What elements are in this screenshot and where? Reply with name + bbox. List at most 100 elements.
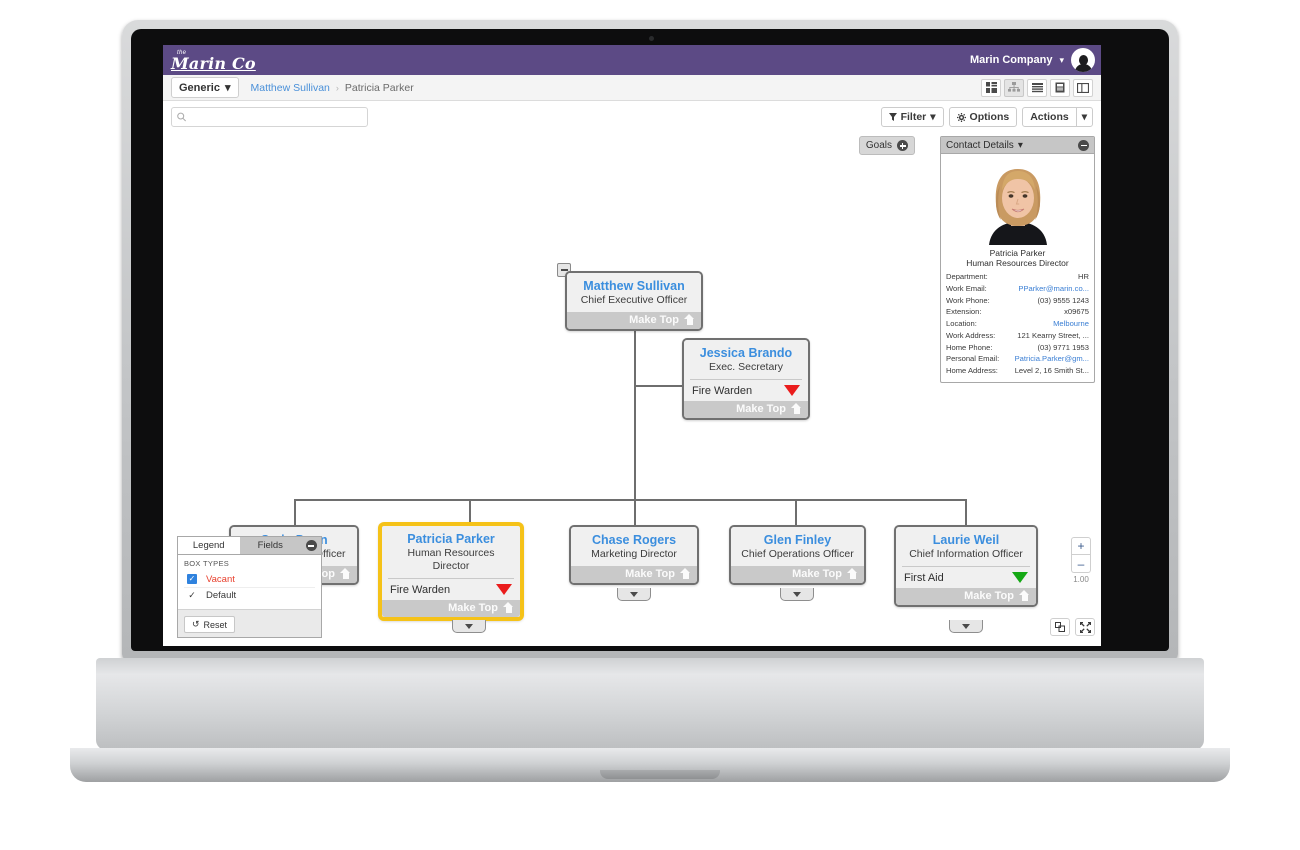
contact-photo xyxy=(980,160,1055,245)
connector-drop-chase xyxy=(634,499,636,525)
contact-field-value[interactable]: Patricia.Parker@gm... xyxy=(1015,353,1089,365)
contact-details-header: Contact Details ▾ xyxy=(941,137,1094,154)
contact-details-title-wrap[interactable]: Contact Details ▾ xyxy=(946,140,1023,151)
chevron-down-icon: ▾ xyxy=(224,82,231,94)
filter-label: Filter xyxy=(900,111,927,123)
contact-field-value: Level 2, 16 Smith St... xyxy=(1014,366,1089,376)
org-node-name: Chase Rogers xyxy=(591,533,677,547)
plus-circle-icon[interactable] xyxy=(897,140,908,151)
export-icon xyxy=(1055,622,1065,632)
arrow-up-icon xyxy=(847,568,858,580)
actions-button[interactable]: Actions xyxy=(1022,107,1077,127)
app-screen: the Marin Co Marin Company ▾ Generic ▾ M… xyxy=(163,45,1101,646)
legend-item-vacant[interactable]: ✓ Vacant xyxy=(184,571,315,587)
org-node-title: Marketing Director xyxy=(591,548,677,561)
org-chart-canvas[interactable]: Matthew Sullivan Chief Executive Officer… xyxy=(163,133,1101,646)
contact-field-value[interactable]: Melbourne xyxy=(1053,318,1089,330)
org-chart-view-icon[interactable] xyxy=(1004,78,1024,97)
connector-drop-laurie xyxy=(965,499,967,525)
org-node-name: Jessica Brando xyxy=(699,346,793,360)
org-node-patricia-parker[interactable]: Patricia Parker Human Resources Director… xyxy=(379,523,523,620)
screenshot-stage: the Marin Co Marin Company ▾ Generic ▾ M… xyxy=(0,0,1300,850)
org-node-name: Glen Finley xyxy=(763,533,832,547)
contact-field-key: Home Address: xyxy=(946,366,998,376)
contact-field-key: Work Phone: xyxy=(946,295,990,305)
org-node-body: Jessica Brando Exec. Secretary xyxy=(684,340,808,379)
checkbox-checked-icon[interactable]: ✓ xyxy=(187,574,197,584)
fullscreen-button[interactable] xyxy=(1075,618,1095,636)
arrow-up-icon xyxy=(791,403,802,415)
org-node-chase-rogers[interactable]: Chase Rogers Marketing Director Make Top xyxy=(569,525,699,585)
legend-section-header: BOX TYPES xyxy=(184,559,230,568)
expand-button-patricia-parker[interactable] xyxy=(452,620,486,633)
list-view-icon[interactable] xyxy=(1027,78,1047,97)
org-node-name: Matthew Sullivan xyxy=(583,279,685,293)
view-selector-button[interactable]: Generic ▾ xyxy=(171,77,239,98)
zoom-level-value: 1.00 xyxy=(1073,575,1089,584)
org-node-title: Chief Executive Officer xyxy=(580,294,688,307)
legend-collapse-button[interactable] xyxy=(301,537,321,554)
triangle-down-green-icon xyxy=(1012,572,1028,584)
org-node-glen-finley[interactable]: Glen Finley Chief Operations Officer Mak… xyxy=(729,525,866,585)
company-chevron-down-icon[interactable]: ▾ xyxy=(1059,55,1064,66)
make-top-button[interactable]: Make Top xyxy=(731,565,864,583)
org-node-tag-row: Fire Warden xyxy=(690,378,802,401)
check-icon[interactable]: ✓ xyxy=(187,590,197,601)
breadcrumb-item-patricia-parker[interactable]: Patricia Parker xyxy=(345,82,414,94)
make-top-button[interactable]: Make Top xyxy=(567,311,701,329)
search-input[interactable] xyxy=(190,111,362,123)
org-node-name: Patricia Parker xyxy=(407,532,495,546)
filter-button[interactable]: Filter ▾ xyxy=(880,107,944,127)
avatar[interactable] xyxy=(1071,48,1095,72)
panel-view-icon[interactable] xyxy=(1073,78,1093,97)
legend-tabs: Legend Fields xyxy=(178,537,321,555)
legend-item-default[interactable]: ✓ Default xyxy=(184,587,315,603)
contact-field-row: Home Address: Level 2, 16 Smith St... xyxy=(946,365,1089,377)
expand-button-glen-finley[interactable] xyxy=(780,588,814,601)
expand-button-laurie-weil[interactable] xyxy=(949,620,983,633)
expand-button-chase-rogers[interactable] xyxy=(617,588,651,601)
contact-field-key: Personal Email: xyxy=(946,354,1000,364)
app-toolbar: Filter ▾ Options Actions ▾ xyxy=(163,101,1101,133)
org-node-matthew-sullivan[interactable]: Matthew Sullivan Chief Executive Officer… xyxy=(565,271,703,331)
chevron-down-icon: ▾ xyxy=(1017,139,1023,151)
goals-panel-tab[interactable]: Goals xyxy=(858,136,915,155)
zoom-in-button[interactable]: + xyxy=(1071,537,1091,555)
minus-circle-icon xyxy=(305,540,317,551)
org-node-tag-label: First Aid xyxy=(904,571,944,584)
brand-logo[interactable]: the Marin Co xyxy=(171,48,256,73)
contact-field-value[interactable]: PParker@marin.co... xyxy=(1018,283,1089,295)
triangle-down-red-icon xyxy=(496,584,512,596)
options-button[interactable]: Options xyxy=(948,107,1018,127)
org-node-jessica-brando[interactable]: Jessica Brando Exec. Secretary Fire Ward… xyxy=(682,338,810,420)
org-node-title: Chief Information Officer xyxy=(909,548,1023,561)
options-label: Options xyxy=(969,111,1010,123)
laptop-base-notch xyxy=(600,770,720,779)
make-top-button[interactable]: Make Top xyxy=(571,565,697,583)
actions-dropdown-button[interactable]: ▾ xyxy=(1075,107,1093,127)
tab-fields[interactable]: Fields xyxy=(240,537,302,554)
breadcrumb-item-matthew-sullivan[interactable]: Matthew Sullivan xyxy=(251,82,330,94)
zoom-out-button[interactable]: – xyxy=(1071,555,1091,573)
tiles-view-icon[interactable] xyxy=(981,78,1001,97)
make-top-button[interactable]: Make Top xyxy=(684,400,808,418)
contact-details-title: Contact Details xyxy=(946,139,1014,151)
collapse-panel-icon[interactable] xyxy=(1078,139,1089,151)
app-subbar: Generic ▾ Matthew Sullivan › Patricia Pa… xyxy=(163,75,1101,101)
make-top-button[interactable]: Make Top xyxy=(896,587,1036,605)
make-top-button[interactable]: Make Top xyxy=(382,599,520,617)
chevron-down-icon xyxy=(630,591,638,597)
export-button[interactable] xyxy=(1050,618,1070,636)
org-node-laurie-weil[interactable]: Laurie Weil Chief Information Officer Fi… xyxy=(894,525,1038,607)
funnel-icon xyxy=(888,113,897,121)
card-view-icon[interactable] xyxy=(1050,78,1070,97)
tab-legend[interactable]: Legend xyxy=(178,537,240,554)
reset-button[interactable]: ↺ Reset xyxy=(184,616,236,633)
reset-icon: ↺ xyxy=(192,619,200,629)
contact-field-row: Location: Melbourne xyxy=(946,318,1089,330)
search-box[interactable] xyxy=(171,107,368,127)
company-name: Marin Company xyxy=(969,54,1053,66)
breadcrumb: Matthew Sullivan › Patricia Parker xyxy=(251,82,414,94)
actions-label: Actions xyxy=(1030,111,1069,123)
make-top-label: Make Top xyxy=(736,402,786,415)
